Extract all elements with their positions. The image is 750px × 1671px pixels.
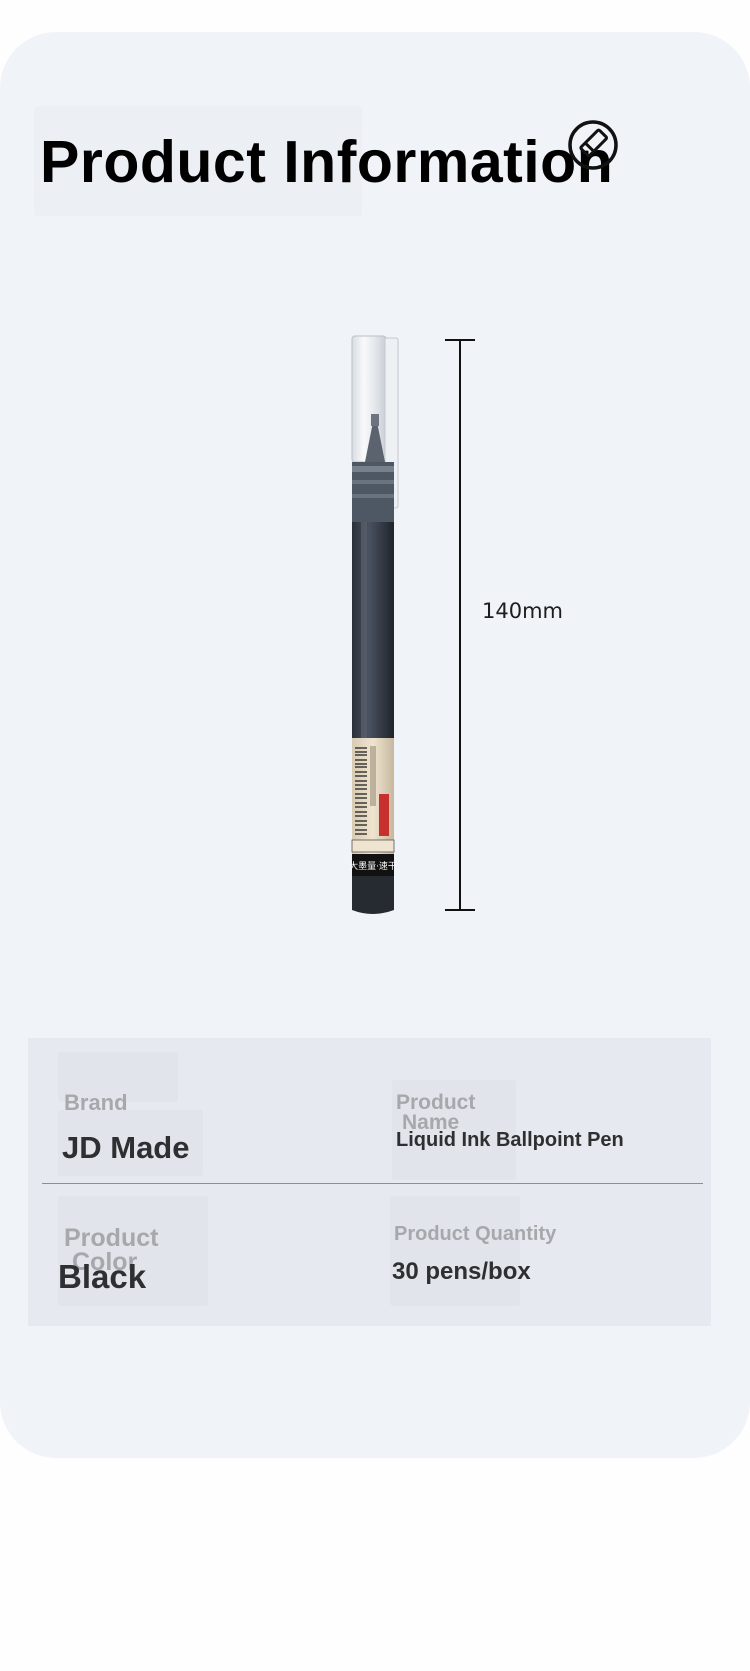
edit-icon — [568, 120, 618, 170]
product-quantity-value: 30 pens/box — [392, 1258, 531, 1285]
product-info-card: Product Information 大墨量·速干 140mm Brand J… — [0, 32, 750, 1458]
brand-label: Brand — [64, 1090, 128, 1115]
product-quantity-label: Product Quantity — [394, 1223, 557, 1245]
product-name-label-line1: Product — [396, 1091, 476, 1114]
product-color-value: Black — [58, 1258, 147, 1295]
spec-table: Brand JD Made Product Name Liquid Ink Ba… — [28, 1038, 711, 1326]
pen-label-text: 大墨量·速干 — [349, 860, 397, 872]
dimension-indicator — [445, 339, 475, 911]
brand-value: JD Made — [62, 1130, 190, 1165]
spec-divider — [42, 1183, 703, 1184]
quantity-bg — [390, 1196, 520, 1306]
pen-image: 大墨量·速干 — [349, 335, 399, 914]
dimension-label: 140mm — [482, 599, 563, 623]
product-name-value: Liquid Ink Ballpoint Pen — [396, 1129, 624, 1151]
page-title: Product Information — [40, 129, 614, 195]
